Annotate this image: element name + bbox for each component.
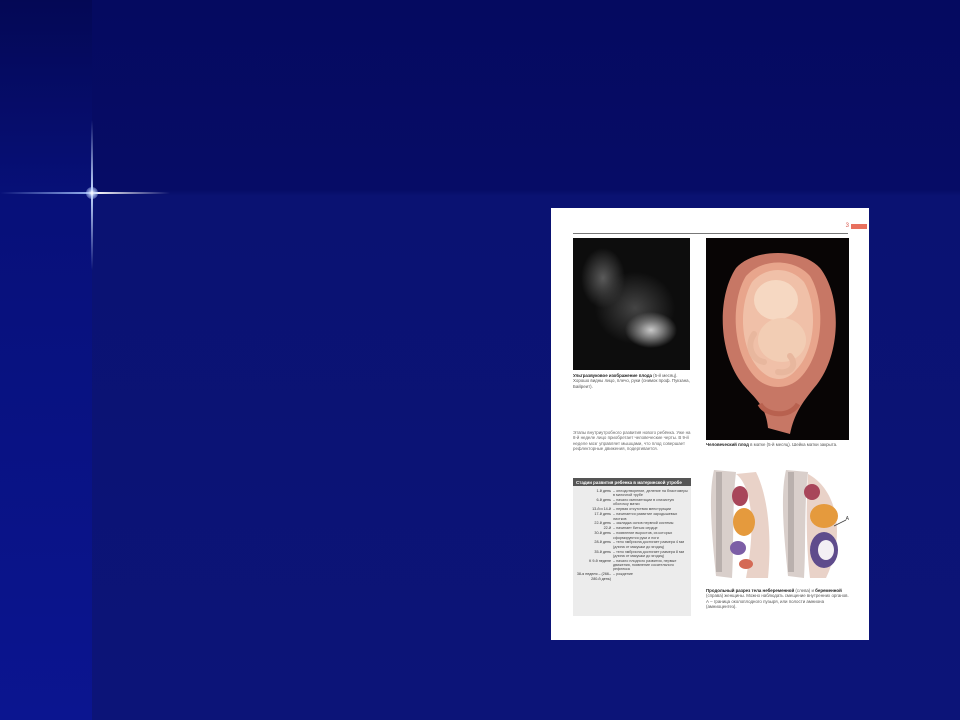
page-number: 3 [845, 223, 849, 229]
stages-table-body: 1-й день – оплодотворение, деление на бла… [573, 486, 691, 616]
stage-day: 28-й день [594, 540, 611, 545]
fetus-illustration [722, 253, 836, 434]
stage-day: 17-й день [594, 512, 611, 517]
stage-day: 13-й и 14-й [592, 507, 611, 512]
stage-day: 30-й день [594, 531, 611, 536]
stage-description: – появление выростов, из которых сформир… [613, 531, 673, 540]
book-page-image: 3 Ультразвуковое изображение плода (5-й … [551, 208, 869, 640]
stage-row: 30-й день – появление выростов, из которы… [575, 531, 689, 540]
stage-row: 35-й день – тело эмбриона достигает разме… [575, 550, 689, 559]
stage-day: 1-й день [596, 489, 611, 493]
stage-description: – первая отсутствия менструации [613, 507, 671, 512]
stage-row: 22-й день – закладка основ нервной систем… [575, 521, 689, 525]
stage-description: – тело эмбриона достигает размера 8 мм (… [613, 549, 685, 558]
stage-day: 35-й день [594, 549, 611, 554]
stages-table: Стадии развития ребенка в материнской ут… [573, 478, 691, 616]
fetus-in-uterus-image [706, 238, 849, 440]
fetus-caption-title: Человеческий плод [706, 442, 749, 447]
left-band [0, 0, 92, 720]
sparkle-flare-horizontal [0, 192, 170, 194]
intro-text: Этапы внутриутробного развития нового ре… [573, 430, 691, 452]
sparkle-star-icon [86, 187, 98, 199]
stage-description: – начало имплантации в слизистую оболочк… [613, 498, 675, 507]
sections-caption: Продольный разрез тела небеременной (сле… [706, 588, 851, 610]
stage-description: – оплодотворение, деление на бластомеры … [613, 489, 688, 498]
pregnancy-section-figure: А [706, 466, 849, 584]
stage-day: 6-й день [596, 498, 611, 503]
stage-day: 22-й день [594, 521, 611, 526]
page-marker [851, 224, 867, 229]
body-section-illustration [710, 470, 847, 578]
stage-description: – начинается развитие зародышевых листко… [613, 512, 678, 521]
ultrasound-caption: Ультразвуковое изображение плода (5-й ме… [573, 373, 691, 389]
stage-row: 28-й день – тело эмбриона достигает разме… [575, 540, 689, 549]
stage-row: 1-й день – оплодотворение, деление на бла… [575, 489, 689, 498]
stage-row: 38-я неделя – (266–280-й день) – рождение [575, 572, 689, 581]
sections-caption-text1: (слева) и [794, 588, 816, 593]
stage-description: – начинает биться сердце [613, 526, 658, 531]
fetus-caption: Человеческий плод в матке (5-й месяц). Ш… [706, 442, 851, 447]
stage-day: К 9-й неделе [589, 558, 611, 563]
sections-caption-bold1: Продольный разрез тела небеременной [706, 588, 795, 593]
stage-day: 22-й [603, 526, 611, 531]
ultrasound-image [573, 238, 690, 370]
stage-description: – начало плодного развития, первые движе… [613, 558, 677, 572]
stage-day: 38-я неделя – (266–280-й день) [576, 572, 611, 581]
stage-row: 17-й день – начинается развитие зародышев… [575, 512, 689, 521]
stage-row: 6-й день – начало имплантации в слизистую… [575, 498, 689, 507]
stage-description: – закладка основ нервной системы [613, 521, 674, 526]
sections-caption-bold2: беременной [815, 588, 842, 593]
stages-table-title: Стадии развития ребенка в материнской ут… [573, 478, 691, 486]
stage-row: 22-й – начинает биться сердце [575, 526, 689, 530]
top-rule [573, 233, 848, 234]
slide-background: 3 Ультразвуковое изображение плода (5-й … [0, 0, 960, 720]
ultrasound-caption-title: Ультразвуковое изображение плода [573, 373, 652, 378]
figure-label-a: А [845, 516, 849, 522]
sections-caption-text2: (справа) женщины. Можно наблюдать смещен… [706, 593, 849, 610]
fetus-caption-text: в матке (5-й месяц). Шейка матки закрыта… [748, 442, 838, 447]
stage-description: – тело эмбриона достигает размера 4 мм (… [613, 540, 685, 549]
stage-row: 13-й и 14-й – первая отсутствия менструац… [575, 507, 689, 511]
stage-description: – рождение [613, 572, 633, 577]
stage-row: К 9-й неделе – начало плодного развития, … [575, 559, 689, 572]
